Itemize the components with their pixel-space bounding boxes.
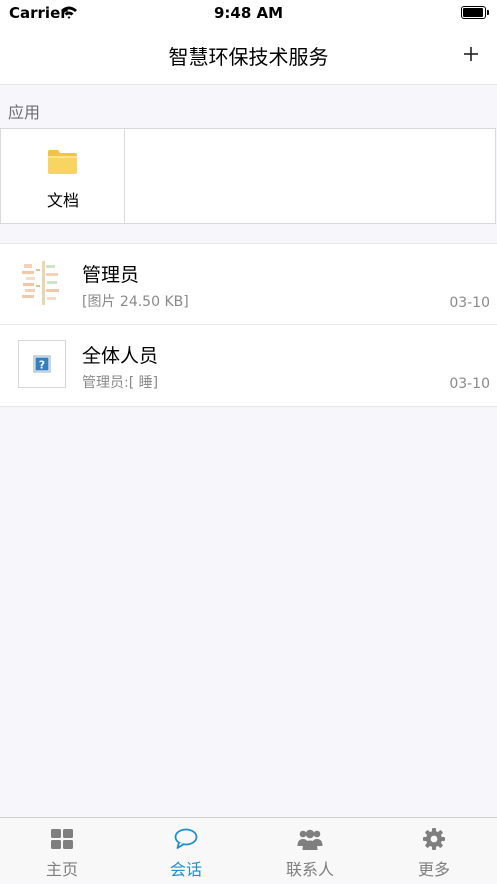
question-icon: ? — [33, 355, 51, 373]
tab-bar: 主页 会话 联系人 更多 — [0, 817, 497, 883]
gear-icon — [423, 828, 445, 850]
app-label: 文档 — [46, 191, 79, 210]
conversation-preview: 管理员:[ 睡] — [82, 375, 159, 391]
tab-contacts[interactable]: 联系人 — [248, 818, 372, 884]
status-bar: Carrier 9:48 AM — [0, 0, 497, 24]
tab-label: 更多 — [417, 860, 450, 879]
status-time: 9:48 AM — [213, 4, 284, 22]
svg-text:?: ? — [39, 359, 45, 372]
app-item-documents[interactable]: 文档 — [1, 129, 125, 224]
tab-conversations[interactable]: 会话 — [124, 818, 248, 884]
navigation-bar: 智慧环保技术服务 — [0, 24, 497, 85]
conversation-list: 管理员 [图片 24.50 KB] 03-10 ? 全体人员 管理员:[ 睡] … — [0, 243, 497, 407]
conversation-time: 03-10 — [449, 295, 490, 311]
apps-section-header: 应用 — [8, 103, 41, 122]
conversation-row[interactable]: 管理员 [图片 24.50 KB] 03-10 — [0, 244, 497, 324]
plus-icon — [464, 47, 478, 61]
conversation-name: 管理员 — [82, 264, 140, 286]
tab-more[interactable]: 更多 — [372, 818, 496, 884]
battery-icon — [461, 6, 489, 19]
avatar: ? — [18, 340, 66, 388]
tab-label: 联系人 — [285, 860, 334, 879]
conversation-time: 03-10 — [449, 376, 490, 392]
tab-label: 会话 — [169, 860, 202, 879]
apps-grid: 文档 — [0, 128, 496, 224]
conversation-name: 全体人员 — [82, 345, 159, 367]
tab-label: 主页 — [45, 860, 78, 879]
image-thumbnail — [18, 259, 66, 307]
page-title: 智慧环保技术服务 — [168, 45, 329, 69]
chat-bubble-icon — [174, 828, 198, 849]
add-button[interactable] — [453, 34, 489, 74]
folder-icon — [48, 150, 77, 174]
contacts-icon — [297, 829, 323, 850]
conversation-row[interactable]: ? 全体人员 管理员:[ 睡] 03-10 — [0, 325, 497, 405]
tab-home[interactable]: 主页 — [0, 818, 124, 884]
conversation-preview: [图片 24.50 KB] — [82, 294, 189, 310]
grid-icon — [51, 829, 73, 849]
